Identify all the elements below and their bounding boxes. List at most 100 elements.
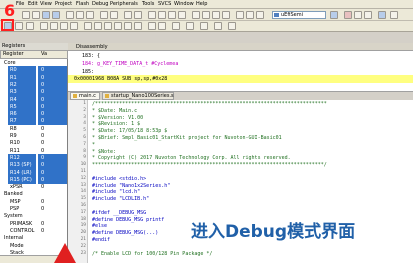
window-layout-icon[interactable] xyxy=(378,11,386,19)
analysis-window-icon[interactable] xyxy=(186,22,194,30)
tab-label: startup_Nano100Series.s xyxy=(111,93,174,99)
trace-window-icon[interactable] xyxy=(200,22,208,30)
line-number: 21 xyxy=(80,237,86,242)
menu-edit[interactable]: Edit xyxy=(28,1,38,7)
copy-icon[interactable] xyxy=(76,11,84,19)
menu-help[interactable]: Help xyxy=(196,1,207,7)
undo-icon[interactable] xyxy=(100,11,108,19)
tab-startup[interactable]: startup_Nano100Series.s xyxy=(102,92,174,100)
menu-file[interactable]: File xyxy=(16,1,24,7)
registers-panel-title: Registers xyxy=(0,43,68,50)
code-line: #include <stdio.h> xyxy=(92,175,147,182)
register-col-header: Register xyxy=(3,51,24,57)
menu-view[interactable]: View xyxy=(40,1,52,7)
disassembly-window-icon[interactable] xyxy=(104,22,112,30)
toolbox-icon[interactable] xyxy=(228,22,236,30)
step-over-icon[interactable] xyxy=(50,22,58,30)
menu-debug[interactable]: Debug xyxy=(92,1,108,7)
menu-tools[interactable]: Tools xyxy=(142,1,154,7)
debug-session-icon[interactable] xyxy=(344,11,352,19)
line-number: 6 xyxy=(83,135,86,140)
code-line: #include "lcd.h" xyxy=(92,189,141,196)
symbols-window-icon[interactable] xyxy=(114,22,122,30)
nav-forward-icon[interactable] xyxy=(134,11,142,19)
browse-icon[interactable] xyxy=(330,11,338,19)
uncomment-icon[interactable] xyxy=(222,11,230,19)
indent-icon[interactable] xyxy=(192,11,200,19)
line-number: 17 xyxy=(80,209,86,215)
call-stack-icon[interactable] xyxy=(134,22,142,30)
menu-peripherals[interactable]: Peripherals xyxy=(110,1,138,7)
code-line: * $Date: Main.c xyxy=(92,107,138,114)
file-icon xyxy=(105,94,109,98)
code-line: /* Enable LCD for 100/128 Pin Package */ xyxy=(92,250,213,257)
code-line: * $Version: V1.00 xyxy=(92,114,144,121)
line-number: 2 xyxy=(83,107,86,113)
serial-window-icon[interactable] xyxy=(172,22,180,30)
command-window-icon[interactable] xyxy=(94,22,102,30)
registers-window-icon[interactable] xyxy=(124,22,132,30)
incremental-find-icon[interactable] xyxy=(256,11,264,19)
code-line: ****************************************… xyxy=(92,162,327,169)
step-out-icon[interactable] xyxy=(60,22,68,30)
nav-back-icon[interactable] xyxy=(124,11,132,19)
line-number: 12 xyxy=(80,175,86,181)
code-line: * $Brief: Smpl_Basic01_StartKit project … xyxy=(92,135,282,141)
unindent-icon[interactable] xyxy=(202,11,210,19)
line-number: 7 xyxy=(83,141,86,147)
watch-window-icon[interactable] xyxy=(148,22,156,30)
menu-flash[interactable]: Flash xyxy=(76,1,89,7)
disassembly-title-bar: Disassembly xyxy=(68,43,413,51)
redo-icon[interactable] xyxy=(110,11,118,19)
step-number: 6 xyxy=(4,1,16,20)
code-line: * Copyright (C) 2017 Nuvoton Technology … xyxy=(92,155,291,162)
find-in-files-icon[interactable] xyxy=(236,11,244,19)
menu-window[interactable]: Window xyxy=(174,1,194,7)
code-line: #include "Nano1x2Series.h" xyxy=(92,182,171,189)
code-line: #define DEBUG_MSG(...) xyxy=(92,230,159,237)
standard-toolbar xyxy=(0,9,413,21)
open-file-icon[interactable] xyxy=(32,11,40,19)
code-line: #define DEBUG_MSG printf xyxy=(92,216,165,223)
save-all-icon[interactable] xyxy=(52,11,60,19)
disasm-line: 183: { xyxy=(82,53,101,59)
show-next-statement-icon[interactable] xyxy=(84,22,92,30)
code-line: * $Note: xyxy=(92,148,117,155)
code-line: * $Date: 17/05/18 8:53p $ xyxy=(92,128,168,135)
tab-main-c[interactable]: main.c xyxy=(70,92,100,100)
code-line: /***************************************… xyxy=(92,101,327,107)
code-line: * $Revision: 1 $ xyxy=(92,121,141,128)
settings-icon[interactable] xyxy=(390,11,398,19)
memory-window-icon[interactable] xyxy=(158,22,166,30)
target-select[interactable]: uEfiSemi xyxy=(272,11,326,19)
system-viewer-icon[interactable] xyxy=(214,22,222,30)
save-icon[interactable] xyxy=(42,11,50,19)
run-to-cursor-icon[interactable] xyxy=(70,22,78,30)
menu-project[interactable]: Project xyxy=(55,1,72,7)
step-into-icon[interactable] xyxy=(40,22,48,30)
code-line: #else xyxy=(92,223,108,230)
comment-icon[interactable] xyxy=(212,11,220,19)
target-select-value: uEfiSemi xyxy=(281,12,303,18)
bookmark-prev-icon[interactable] xyxy=(158,11,166,19)
menu-svcs[interactable]: SVCS xyxy=(158,1,171,7)
disasm-current-line: 0x00001968 B08A SUB sp,sp,#0x28 xyxy=(74,76,168,82)
stop-icon[interactable] xyxy=(26,22,34,30)
bookmark-clear-icon[interactable] xyxy=(178,11,186,19)
bookmark-icon[interactable] xyxy=(148,11,156,19)
code-line: * xyxy=(92,141,96,148)
bookmark-next-icon[interactable] xyxy=(168,11,176,19)
new-file-icon[interactable] xyxy=(22,11,30,19)
find-icon[interactable] xyxy=(246,11,254,19)
cut-icon[interactable] xyxy=(66,11,74,19)
breakpoint-icon[interactable] xyxy=(354,11,362,19)
paste-icon[interactable] xyxy=(86,11,94,19)
line-number: 13 xyxy=(80,182,86,188)
line-number: 19 xyxy=(80,223,86,229)
line-number: 18 xyxy=(80,216,86,222)
registers-header: Register Va xyxy=(0,50,68,59)
value-col-header: Va xyxy=(41,51,48,57)
run-icon[interactable] xyxy=(15,22,23,30)
disable-breakpoint-icon[interactable] xyxy=(364,11,372,19)
disassembly-window[interactable] xyxy=(68,51,413,91)
